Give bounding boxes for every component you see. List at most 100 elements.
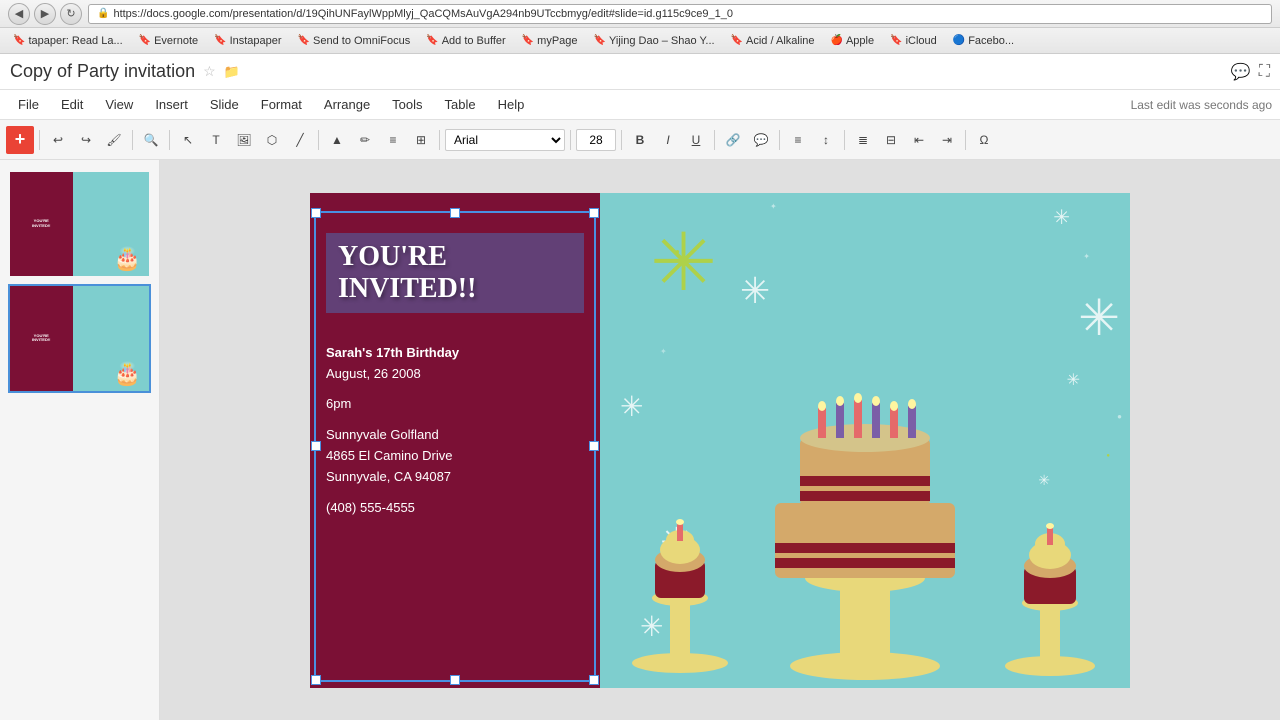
menu-help[interactable]: Help [488, 93, 535, 116]
event-spacer [326, 384, 584, 394]
bookmark-apple[interactable]: 🍎 Apple [824, 33, 882, 49]
slide-canvas: YOU'RE INVITED!! Sarah's 17th Birthday A… [310, 193, 1130, 688]
thumb-title-2: YOU'REINVITED!! [32, 334, 50, 344]
bookmark-acid[interactable]: 🔖 Acid / Alkaline [724, 33, 822, 49]
undo-button[interactable]: ↩ [45, 127, 71, 153]
snowflake-1: ✳ [1053, 208, 1070, 228]
menu-view[interactable]: View [95, 93, 143, 116]
handle-bot-left[interactable] [311, 675, 321, 685]
bookmark-omnifocus[interactable]: 🔖 Send to OmniFocus [291, 33, 418, 49]
slide-thumbnail-1[interactable]: YOU'REINVITED!! 🎂 [8, 170, 151, 278]
bookmark-icon: 🔖 [214, 35, 226, 46]
handle-mid-left[interactable] [311, 441, 321, 451]
bookmark-evernote[interactable]: 🔖 Evernote [132, 33, 205, 49]
shape-tool[interactable]: ⬡ [259, 127, 285, 153]
snowflake-3: ✳ [740, 273, 770, 309]
bookmark-icon: 🔖 [522, 35, 534, 46]
expand-icon[interactable]: ⛶ [1259, 63, 1270, 81]
bookmark-buffer[interactable]: 🔖 Add to Buffer [419, 33, 512, 49]
menu-slide[interactable]: Slide [200, 93, 249, 116]
refresh-button[interactable]: ↻ [60, 3, 82, 25]
add-slide-button[interactable]: + [6, 126, 34, 154]
italic-button[interactable]: I [655, 127, 681, 153]
comment-button[interactable]: 💬 [748, 127, 774, 153]
bookmark-icon: 🔖 [13, 35, 25, 46]
toolbar-separator [844, 130, 845, 150]
line-spacing-button[interactable]: ↕ [813, 127, 839, 153]
lock-icon: 🔒 [97, 8, 109, 19]
bookmark-icloud[interactable]: 🔖 iCloud [883, 33, 944, 49]
bookmark-mypage[interactable]: 🔖 myPage [515, 33, 585, 49]
thumb-teal-2: 🎂 [73, 286, 149, 390]
font-family-selector[interactable]: Arial [445, 129, 565, 151]
bookmark-tapaper[interactable]: 🔖 tapaper: Read La... [6, 33, 130, 49]
bold-button[interactable]: B [627, 127, 653, 153]
menu-arrange[interactable]: Arrange [314, 93, 380, 116]
handle-top-left[interactable] [311, 208, 321, 218]
handle-bot-center[interactable] [450, 675, 460, 685]
menu-file[interactable]: File [8, 93, 49, 116]
handle-mid-right[interactable] [589, 441, 599, 451]
numbered-list-button[interactable]: ⊟ [878, 127, 904, 153]
bookmark-label: Yijing Dao – Shao Y... [609, 35, 715, 47]
event-details: Sarah's 17th Birthday August, 26 2008 6p… [326, 343, 584, 519]
bookmark-instapaper[interactable]: 🔖 Instapaper [207, 33, 288, 49]
fill-color-button[interactable]: ▲ [324, 127, 350, 153]
menu-insert[interactable]: Insert [145, 93, 198, 116]
table-button[interactable]: ⊞ [408, 127, 434, 153]
paint-format-button[interactable]: 🖌 [101, 127, 127, 153]
image-tool[interactable]: 🖼 [231, 127, 257, 153]
font-size-input[interactable] [576, 129, 616, 151]
slide-thumbnail-2[interactable]: YOU'REINVITED!! 🎂 [8, 284, 151, 392]
bookmark-icon: 🔖 [139, 35, 151, 46]
line-tool[interactable]: ╱ [287, 127, 313, 153]
border-color-button[interactable]: ✏ [352, 127, 378, 153]
bookmark-label: Instapaper [230, 35, 282, 47]
bookmark-facebook[interactable]: 🔵 Facebo... [946, 33, 1021, 49]
last-edit-status: Last edit was seconds ago [1131, 98, 1272, 112]
zoom-button[interactable]: 🔍 [138, 127, 164, 153]
cursor-tool[interactable]: ↖ [175, 127, 201, 153]
forward-button[interactable]: ▶ [34, 3, 56, 25]
bookmark-yijing[interactable]: 🔖 Yijing Dao – Shao Y... [587, 33, 722, 49]
bookmark-icon: 🔖 [890, 35, 902, 46]
text-align-button[interactable]: ≡ [380, 127, 406, 153]
menu-tools[interactable]: Tools [382, 93, 432, 116]
star-icon[interactable]: ☆ [203, 63, 216, 80]
chat-icon[interactable]: 💬 [1231, 62, 1251, 82]
bullets-button[interactable]: ≣ [850, 127, 876, 153]
handle-bot-right[interactable] [589, 675, 599, 685]
doc-title[interactable]: Copy of Party invitation [10, 61, 195, 82]
event-time: 6pm [326, 394, 584, 415]
event-spacer3 [326, 488, 584, 498]
underline-button[interactable]: U [683, 127, 709, 153]
back-button[interactable]: ◀ [8, 3, 30, 25]
bookmark-label: Facebo... [968, 35, 1014, 47]
indent-decrease-button[interactable]: ⇤ [906, 127, 932, 153]
indent-increase-button[interactable]: ⇥ [934, 127, 960, 153]
thumb-teal-1: 🎂 [73, 172, 149, 276]
toolbar-separator [439, 130, 440, 150]
redo-button[interactable]: ↪ [73, 127, 99, 153]
slide-thumb-inner-2: YOU'REINVITED!! 🎂 [10, 286, 149, 390]
menu-table[interactable]: Table [435, 93, 486, 116]
bookmark-label: Send to OmniFocus [313, 35, 410, 47]
menu-format[interactable]: Format [251, 93, 312, 116]
thumb-title-1: YOU'REINVITED!! [32, 219, 50, 229]
handle-top-center-edge[interactable] [450, 208, 460, 218]
editor-area[interactable]: YOU'RE INVITED!! Sarah's 17th Birthday A… [160, 160, 1280, 720]
bookmark-icon: 🔖 [594, 35, 606, 46]
handle-top-right[interactable] [589, 208, 599, 218]
address-bar[interactable]: 🔒 https://docs.google.com/presentation/d… [88, 4, 1272, 24]
invited-box: YOU'RE INVITED!! [326, 233, 584, 313]
event-addr2: Sunnyvale, CA 94087 [326, 467, 584, 488]
link-button[interactable]: 🔗 [720, 127, 746, 153]
bookmark-label: myPage [537, 35, 577, 47]
toolbar-separator [318, 130, 319, 150]
align-left-button[interactable]: ≡ [785, 127, 811, 153]
folder-icon[interactable]: 📁 [224, 64, 240, 80]
text-tool[interactable]: T [203, 127, 229, 153]
menu-edit[interactable]: Edit [51, 93, 93, 116]
bookmark-label: Apple [846, 35, 874, 47]
special-chars-button[interactable]: Ω [971, 127, 997, 153]
